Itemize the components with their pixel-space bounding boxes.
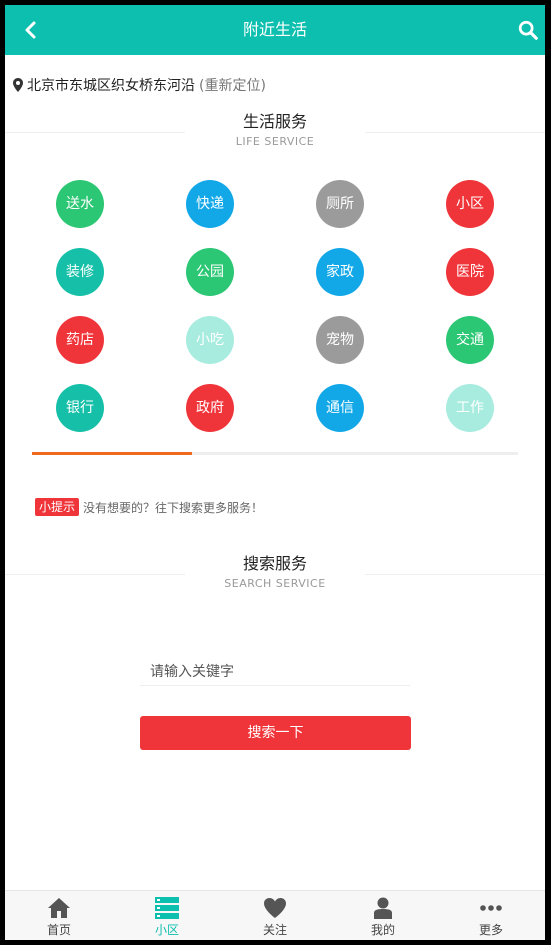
user-icon (371, 897, 395, 919)
service-cell: 公园 (145, 238, 275, 306)
service-button[interactable]: 宠物 (316, 316, 364, 364)
app-frame: 附近生活 北京市东城区织女桥东河沿 (重新定位) 生活服务 LIFE SERVI… (5, 5, 545, 940)
service-cell: 政府 (145, 374, 275, 442)
top-header: 附近生活 (5, 5, 545, 55)
service-button[interactable]: 送水 (56, 180, 104, 228)
service-cell: 厕所 (275, 170, 405, 238)
service-cell: 送水 (15, 170, 145, 238)
tip-text: 没有想要的？往下搜索更多服务！ (83, 500, 264, 515)
service-button[interactable]: 通信 (316, 384, 364, 432)
service-row: 银行 政府 通信 工作 (15, 374, 535, 442)
service-cell: 银行 (15, 374, 145, 442)
current-address: 北京市东城区织女桥东河沿 (27, 78, 195, 94)
section-title: 生活服务 (242, 112, 307, 131)
section-subtitle: LIFE SERVICE (235, 135, 315, 148)
tab-heart[interactable]: 关注 (221, 891, 329, 940)
search-icon[interactable] (517, 19, 539, 41)
service-button[interactable]: 厕所 (316, 180, 364, 228)
service-button[interactable]: 工作 (446, 384, 494, 432)
service-cell: 工作 (405, 374, 535, 442)
relocate-link[interactable]: (重新定位) (199, 75, 266, 95)
service-cell: 医院 (405, 238, 535, 306)
life-service-header: 生活服务 LIFE SERVICE (5, 112, 545, 152)
map-pin-icon (13, 78, 23, 92)
tip-badge: 小提示 (35, 498, 80, 516)
service-button[interactable]: 小区 (446, 180, 494, 228)
page-title: 附近生活 (242, 20, 307, 39)
service-row: 药店 小吃 宠物 交通 (15, 306, 535, 374)
service-cell: 通信 (275, 374, 405, 442)
section-subtitle: SEARCH SERVICE (224, 577, 326, 590)
service-cell: 交通 (405, 306, 535, 374)
service-button[interactable]: 医院 (446, 248, 494, 296)
service-cell: 装修 (15, 238, 145, 306)
service-page-indicator (32, 452, 518, 455)
tip-row: 小提示 没有想要的？往下搜索更多服务！ (35, 498, 263, 516)
bottom-tabbar: 首页 小区 关注 我的 更多 (5, 890, 545, 940)
tab-home[interactable]: 首页 (5, 891, 113, 940)
service-button[interactable]: 快递 (186, 180, 234, 228)
tab-label: 我的 (370, 923, 395, 937)
service-cell: 药店 (15, 306, 145, 374)
page-indicator-fill (32, 452, 193, 455)
service-button[interactable]: 装修 (56, 248, 104, 296)
service-button[interactable]: 交通 (446, 316, 494, 364)
service-cell: 快递 (145, 170, 275, 238)
tab-more[interactable]: 更多 (437, 891, 545, 940)
home-icon (47, 897, 71, 919)
service-cell: 家政 (275, 238, 405, 306)
service-button[interactable]: 药店 (56, 316, 104, 364)
service-button[interactable]: 银行 (56, 384, 104, 432)
heart-icon (263, 897, 287, 919)
service-button[interactable]: 政府 (186, 384, 234, 432)
service-button[interactable]: 小吃 (186, 316, 234, 364)
tab-label: 小区 (154, 923, 179, 937)
more-icon (479, 897, 503, 919)
service-cell: 小吃 (145, 306, 275, 374)
service-cell: 小区 (405, 170, 535, 238)
service-button[interactable]: 公园 (186, 248, 234, 296)
section-title: 搜索服务 (242, 554, 307, 573)
service-row: 送水 快递 厕所 小区 (15, 170, 535, 238)
tab-label: 首页 (46, 923, 71, 937)
community-icon (155, 897, 179, 919)
service-row: 装修 公园 家政 医院 (15, 238, 535, 306)
tab-label: 关注 (262, 923, 287, 937)
service-grid: 送水 快递 厕所 小区装修 公园 家政 医院药店 小吃 宠物 交通银行 政府 通信 工作 (15, 170, 535, 442)
search-button[interactable]: 搜索一下 (140, 716, 411, 750)
keyword-input[interactable] (140, 659, 410, 686)
tab-label: 更多 (478, 923, 503, 937)
tab-user[interactable]: 我的 (329, 891, 437, 940)
service-cell: 宠物 (275, 306, 405, 374)
tab-community[interactable]: 小区 (113, 891, 221, 940)
search-service-header: 搜索服务 SEARCH SERVICE (5, 554, 545, 594)
location-bar: 北京市东城区织女桥东河沿 (重新定位) (13, 75, 266, 95)
service-button[interactable]: 家政 (316, 248, 364, 296)
